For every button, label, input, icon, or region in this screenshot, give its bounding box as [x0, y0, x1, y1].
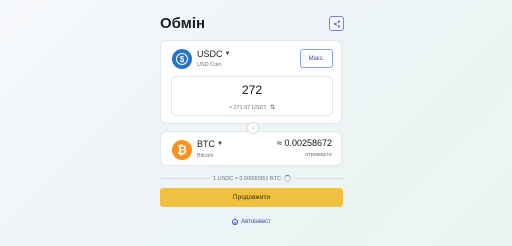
- divider: [160, 177, 210, 179]
- amount-equivalent: ≈ 271.97 USDT ⇅: [172, 104, 332, 111]
- receive-label: отримаєте: [305, 152, 332, 158]
- autoinvest-icon: ●: [232, 219, 238, 225]
- swap-units-icon[interactable]: ⇅: [270, 105, 275, 111]
- from-currency-name: USD Coin: [197, 62, 222, 68]
- usdc-coin-icon: $: [172, 49, 192, 69]
- receive-amount: ≈ 0.00258672: [277, 138, 332, 148]
- from-ticker: USDC: [197, 49, 223, 59]
- from-currency-select[interactable]: USDC ▼: [197, 49, 230, 59]
- rate-text: 1 USDC ≈ 0.00000951 BTC: [213, 174, 291, 182]
- to-currency-name: Bitcoin: [197, 153, 214, 159]
- autoinvest-link[interactable]: ● Автоінвест: [232, 219, 271, 225]
- refresh-spinner-icon: [283, 174, 291, 182]
- equivalent-text: ≈ 271.97 USDT: [228, 105, 267, 111]
- max-button[interactable]: Макс.: [300, 49, 333, 68]
- header: Обмін: [160, 14, 344, 34]
- page-title: Обмін: [160, 15, 206, 32]
- chevron-down-icon: ▼: [217, 141, 223, 147]
- to-ticker: BTC: [197, 139, 215, 149]
- to-currency-select[interactable]: BTC ▼: [197, 139, 223, 149]
- continue-button[interactable]: Продовжити: [160, 188, 343, 207]
- divider: [294, 177, 344, 179]
- btc-coin-icon: ₿: [172, 140, 192, 160]
- chevron-down-icon: ▼: [224, 51, 231, 57]
- from-card: $ USDC ▼ USD Coin Макс. 272 ≈ 271.97 USD…: [160, 40, 342, 124]
- rate-value: 1 USDC ≈ 0.00000951 BTC: [213, 175, 281, 182]
- exchange-rate: 1 USDC ≈ 0.00000951 BTC: [160, 172, 344, 184]
- amount-value[interactable]: 272: [172, 83, 332, 97]
- autoinvest-label: Автоінвест: [241, 219, 271, 225]
- arrow-down-icon: ↓: [247, 122, 259, 134]
- share-button[interactable]: [329, 16, 344, 31]
- share-icon: [333, 20, 340, 27]
- to-card: ₿ BTC ▼ Bitcoin ≈ 0.00258672 отримаєте: [160, 131, 342, 166]
- amount-input[interactable]: 272 ≈ 271.97 USDT ⇅: [171, 76, 333, 116]
